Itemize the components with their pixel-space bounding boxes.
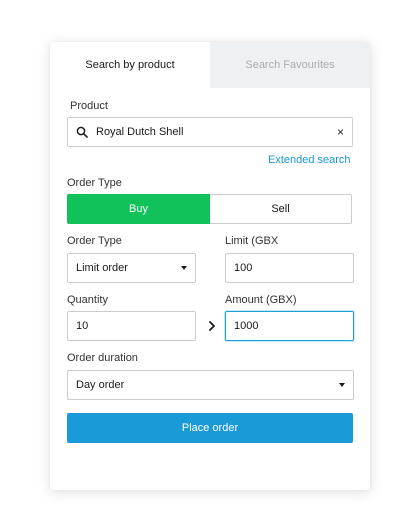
clear-icon[interactable]: × — [337, 125, 344, 139]
limit-input[interactable]: 100 — [225, 253, 354, 283]
order-duration-label: Order duration — [67, 352, 138, 364]
limit-value: 100 — [234, 262, 253, 274]
order-duration-select[interactable]: Day order — [67, 370, 354, 400]
place-order-button[interactable]: Place order — [67, 413, 353, 443]
buy-button[interactable]: Buy — [67, 194, 210, 224]
sell-button[interactable]: Sell — [210, 194, 352, 224]
order-duration-value: Day order — [76, 379, 125, 391]
quantity-value: 10 — [76, 320, 89, 332]
product-label: Product — [70, 100, 108, 112]
chevron-right-icon — [205, 319, 219, 333]
order-type-toggle-label: Order Type — [67, 177, 122, 189]
quantity-input[interactable]: 10 — [67, 311, 196, 341]
search-icon — [76, 126, 88, 138]
amount-value: 1000 — [234, 320, 259, 332]
dropdown-arrow-icon — [339, 383, 345, 387]
buy-sell-toggle: Buy Sell — [67, 194, 352, 224]
tab-bar: Search by product Search Favourites — [50, 42, 370, 88]
quantity-label: Quantity — [67, 294, 108, 306]
order-panel: Search by product Search Favourites Prod… — [50, 42, 370, 490]
order-type-select[interactable]: Limit order — [67, 253, 196, 283]
extended-search-link[interactable]: Extended search — [268, 154, 351, 166]
tab-search-by-product[interactable]: Search by product — [50, 42, 210, 88]
tab-search-favourites[interactable]: Search Favourites — [210, 42, 370, 88]
amount-input[interactable]: 1000 — [225, 311, 354, 341]
order-type-select-label: Order Type — [67, 235, 122, 247]
amount-label: Amount (GBX) — [225, 294, 297, 306]
product-search-field[interactable]: Royal Dutch Shell × — [67, 117, 353, 147]
limit-label: Limit (GBX — [225, 235, 279, 247]
order-type-select-value: Limit order — [76, 262, 128, 274]
product-search-value: Royal Dutch Shell — [96, 126, 184, 138]
dropdown-arrow-icon — [181, 266, 187, 270]
